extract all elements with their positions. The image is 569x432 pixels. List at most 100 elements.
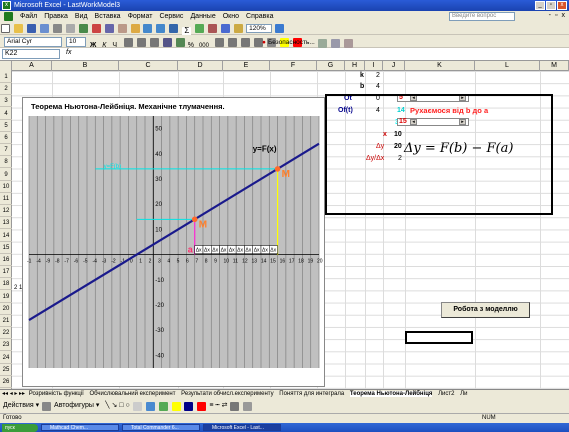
clipart-icon[interactable] — [158, 401, 168, 411]
wordart-icon[interactable] — [145, 401, 155, 411]
dash-style-icon[interactable]: ┅ — [215, 402, 219, 409]
column-header[interactable]: L — [475, 61, 540, 71]
fill-color-icon[interactable] — [171, 401, 181, 411]
close-button[interactable]: x — [557, 1, 567, 10]
maximize-button[interactable]: ▫ — [546, 1, 556, 10]
column-header[interactable]: E — [223, 61, 270, 71]
model-button[interactable]: Робота з моделлю — [441, 302, 530, 318]
line-color-icon[interactable] — [184, 401, 194, 411]
print-icon[interactable] — [52, 24, 62, 33]
merge-center-icon[interactable] — [162, 38, 172, 47]
column-header[interactable]: F — [270, 61, 317, 71]
copy-icon[interactable] — [104, 24, 114, 33]
menu-insert[interactable]: Вставка — [95, 13, 121, 20]
security-button[interactable]: Безопасность... — [268, 39, 315, 46]
doc-close-button[interactable]: x — [562, 12, 566, 19]
sort-desc-icon[interactable] — [208, 24, 218, 33]
permission-icon[interactable] — [39, 24, 49, 33]
autoshapes-menu[interactable]: Автофигуры ▾ — [54, 402, 99, 409]
fx-icon[interactable]: fx — [66, 49, 71, 56]
line-style-icon[interactable]: ≡ — [209, 402, 213, 409]
column-header[interactable]: A — [12, 61, 52, 71]
column-header[interactable]: D — [178, 61, 223, 71]
menu-help[interactable]: Справка — [246, 13, 273, 20]
forms-icon[interactable] — [317, 39, 327, 48]
font-name-select[interactable]: Arial Cyr — [4, 37, 62, 47]
help-icon[interactable] — [275, 24, 285, 33]
sort-asc-icon[interactable] — [195, 24, 205, 33]
security-icon[interactable]: ● — [262, 39, 266, 46]
menu-edit[interactable]: Правка — [44, 13, 68, 20]
select-all-corner[interactable] — [0, 61, 12, 71]
currency-icon[interactable] — [175, 38, 185, 47]
oval-icon[interactable]: ○ — [125, 402, 129, 409]
menu-data[interactable]: Данные — [190, 13, 215, 20]
zoom-select[interactable]: 120% — [246, 24, 273, 33]
column-header[interactable]: C — [119, 61, 178, 71]
sheet-tab[interactable]: Обчислювальний експеримент — [90, 391, 176, 397]
preview-icon[interactable] — [65, 24, 75, 33]
open-icon[interactable] — [13, 24, 23, 33]
hyperlink-icon[interactable] — [169, 24, 179, 33]
drawing-icon[interactable] — [234, 24, 244, 33]
arrow-style-icon[interactable]: ⇄ — [222, 402, 228, 409]
doc-minimize-button[interactable]: - — [549, 12, 551, 19]
forms-icon-3[interactable] — [343, 39, 353, 48]
taskbar-item[interactable]: Mathcad Chem... — [41, 424, 119, 431]
cell-k-value[interactable]: 2 — [376, 71, 380, 80]
ask-question-input[interactable]: Введите вопрос — [449, 12, 515, 21]
menu-tools[interactable]: Сервис — [159, 13, 183, 20]
cut-icon[interactable] — [91, 24, 101, 33]
shadow-icon[interactable] — [230, 401, 240, 411]
align-left-icon[interactable] — [124, 38, 133, 47]
align-right-icon[interactable] — [149, 38, 159, 47]
sheet-tab-active[interactable]: Теорема Ньютона-Лейбніця — [349, 391, 433, 397]
decrease-decimal-icon[interactable] — [227, 38, 237, 47]
save-icon[interactable] — [26, 24, 36, 33]
taskbar-item-active[interactable]: Microsoft Excel - Last... — [203, 424, 281, 431]
doc-restore-button[interactable]: ▫ — [555, 12, 557, 19]
formula-input[interactable] — [82, 49, 562, 59]
chart[interactable]: Теорема Ньютона-Лейбніця. Механічне тлум… — [22, 97, 325, 387]
tab-nav-icon[interactable]: ◂◂ ◂ ▸ ▸▸ — [2, 391, 25, 397]
font-color-icon[interactable] — [197, 401, 207, 411]
menu-view[interactable]: Вид — [75, 13, 88, 20]
chart-wizard-icon[interactable] — [221, 24, 231, 33]
column-header[interactable]: M — [540, 61, 569, 71]
cell-b-value[interactable]: 4 — [376, 82, 380, 91]
sheet-tab[interactable]: Ли — [460, 391, 467, 397]
select-objects-icon[interactable] — [42, 401, 52, 411]
sheet-tab[interactable]: Поняття для интеграла — [279, 391, 344, 397]
column-header[interactable]: K — [405, 61, 475, 71]
column-header[interactable]: B — [52, 61, 119, 71]
format-painter-icon[interactable] — [130, 24, 140, 33]
column-header[interactable]: I — [365, 61, 383, 71]
actions-menu[interactable]: Действия ▾ — [3, 402, 39, 409]
textbox-icon[interactable] — [132, 401, 142, 411]
3d-icon[interactable] — [243, 401, 253, 411]
spelling-icon[interactable] — [78, 24, 88, 33]
column-header[interactable]: H — [345, 61, 365, 71]
taskbar-item[interactable]: Total Commander 6... — [122, 424, 200, 431]
increase-decimal-icon[interactable] — [214, 38, 224, 47]
align-center-icon[interactable] — [136, 38, 146, 47]
minimize-button[interactable]: _ — [535, 1, 545, 10]
paste-icon[interactable] — [117, 24, 127, 33]
start-button[interactable]: пуск — [2, 423, 38, 432]
undo-icon[interactable] — [143, 24, 153, 33]
line-icon[interactable]: ╲ — [105, 402, 109, 409]
menu-file[interactable]: Файл — [20, 13, 37, 20]
redo-icon[interactable] — [156, 24, 166, 33]
sheet-tab[interactable]: Розривність функції — [29, 391, 84, 397]
new-icon[interactable] — [1, 24, 10, 33]
rectangle-icon[interactable]: □ — [119, 402, 123, 409]
font-size-select[interactable]: 10 — [66, 37, 86, 47]
sheet-tab[interactable]: Результати обчисл.експерименту — [181, 391, 273, 397]
column-header[interactable]: G — [317, 61, 345, 71]
indent-icon[interactable] — [240, 38, 250, 47]
name-box[interactable]: K22 — [2, 49, 60, 59]
menu-format[interactable]: Формат — [128, 13, 153, 20]
column-header[interactable]: J — [383, 61, 405, 71]
menu-window[interactable]: Окно — [223, 13, 239, 20]
arrow-icon[interactable]: ↘ — [111, 402, 117, 409]
